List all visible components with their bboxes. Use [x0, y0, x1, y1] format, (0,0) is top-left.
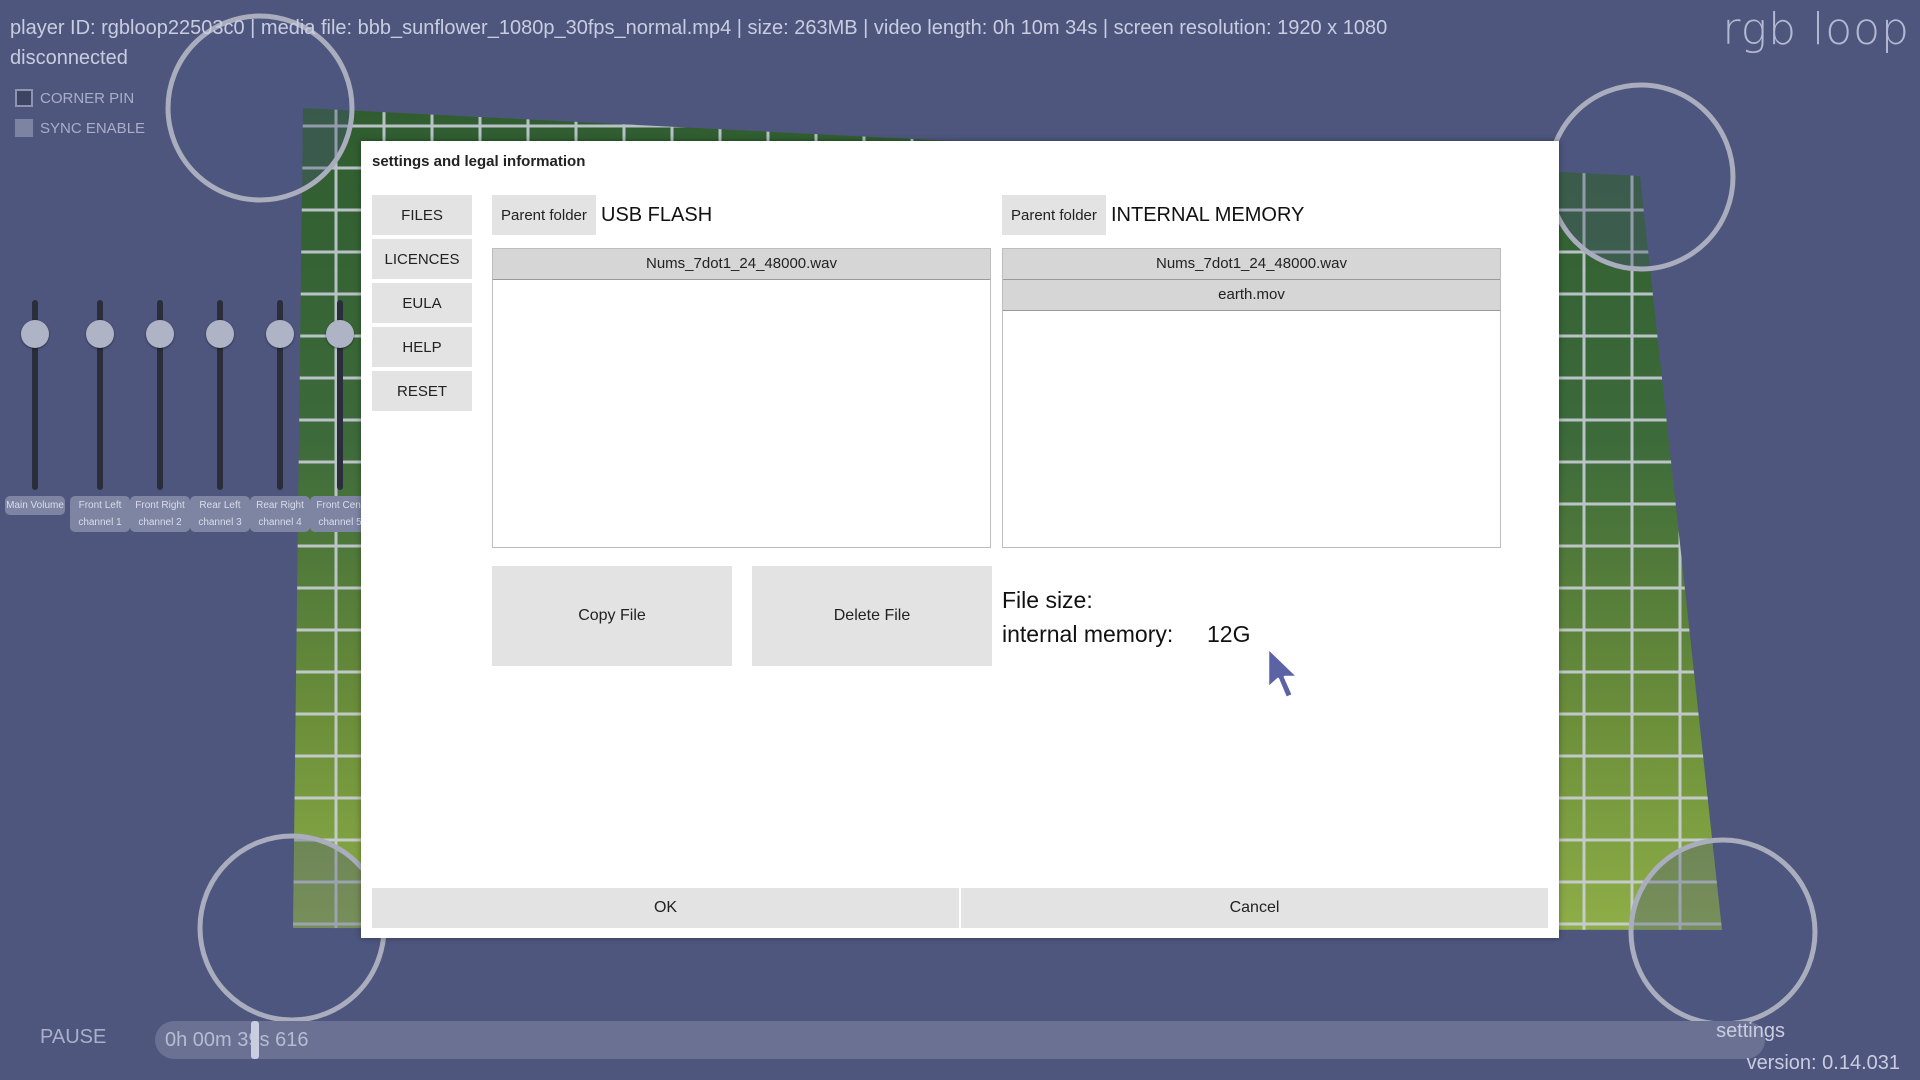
corner-pin-handle-top-left	[165, 13, 355, 203]
settings-link[interactable]: settings	[1716, 1020, 1785, 1043]
fader-front-left[interactable]: Front Left channel 1	[70, 300, 130, 532]
internal-memory-label: internal memory:	[1002, 621, 1174, 647]
fader-rear-right[interactable]: Rear Right channel 4	[250, 300, 310, 532]
corner-pin-option[interactable]: CORNER PIN	[15, 89, 134, 107]
corner-pin-handle-top-right	[1546, 82, 1736, 272]
internal-folder-name: INTERNAL MEMORY	[1111, 204, 1305, 226]
dialog-title: settings and legal information	[372, 153, 586, 170]
usb-parent-folder-button[interactable]: Parent folder	[492, 195, 596, 235]
usb-folder-name: USB FLASH	[601, 204, 713, 226]
player-info: player ID: rgbloop22503c0 | media file: …	[10, 17, 1388, 39]
fader-label: Rear Left channel 3	[190, 496, 250, 532]
fader-label: Rear Right channel 4	[250, 496, 310, 532]
fader-knob[interactable]	[86, 320, 114, 348]
fader-knob[interactable]	[21, 320, 49, 348]
ok-button[interactable]: OK	[372, 888, 959, 928]
sync-enable-checkbox[interactable]	[15, 119, 33, 137]
internal-file-list[interactable]: Nums_7dot1_24_48000.wav earth.mov	[1002, 248, 1501, 548]
internal-memory-value: 12G	[1207, 621, 1251, 647]
tab-help[interactable]: HELP	[372, 327, 472, 367]
list-item[interactable]: earth.mov	[1003, 280, 1500, 311]
fader-knob[interactable]	[266, 320, 294, 348]
tab-eula[interactable]: EULA	[372, 283, 472, 323]
cancel-button[interactable]: Cancel	[961, 888, 1548, 928]
pause-button[interactable]: PAUSE	[40, 1026, 106, 1049]
fader-main-volume[interactable]: Main Volume	[5, 300, 65, 530]
mouse-cursor-icon	[1266, 646, 1300, 700]
fader-label: Front Right channel 2	[130, 496, 190, 532]
tab-reset[interactable]: RESET	[372, 371, 472, 411]
sync-enable-option[interactable]: SYNC ENABLE	[15, 119, 145, 137]
delete-file-button[interactable]: Delete File	[752, 566, 992, 666]
connection-status: disconnected	[10, 47, 128, 69]
tab-licences[interactable]: LICENCES	[372, 239, 472, 279]
timeline-bar[interactable]: 0h 00m 39s 616	[155, 1021, 1765, 1059]
internal-parent-folder-button[interactable]: Parent folder	[1002, 195, 1106, 235]
fader-knob[interactable]	[146, 320, 174, 348]
current-time: 0h 00m 39s 616	[165, 1029, 309, 1051]
timeline-thumb[interactable]	[251, 1021, 259, 1059]
settings-dialog: settings and legal information FILES LIC…	[361, 141, 1559, 938]
fader-label: Main Volume	[5, 496, 65, 515]
fader-knob[interactable]	[326, 320, 354, 348]
usb-file-list[interactable]: Nums_7dot1_24_48000.wav	[492, 248, 991, 548]
corner-pin-checkbox[interactable]	[15, 89, 33, 107]
copy-file-button[interactable]: Copy File	[492, 566, 732, 666]
version-label: version: 0.14.031	[1746, 1052, 1900, 1074]
file-size-label: File size:	[1002, 587, 1093, 613]
fader-label: Front Left channel 1	[70, 496, 130, 532]
corner-pin-handle-bottom-left	[197, 833, 387, 1023]
brand-logo: rgb loop	[1722, 4, 1910, 55]
tab-files[interactable]: FILES	[372, 195, 472, 235]
fader-rear-left[interactable]: Rear Left channel 3	[190, 300, 250, 532]
corner-pin-handle-bottom-right	[1628, 837, 1818, 1027]
fader-knob[interactable]	[206, 320, 234, 348]
fader-front-right[interactable]: Front Right channel 2	[130, 300, 190, 532]
list-item[interactable]: Nums_7dot1_24_48000.wav	[493, 249, 990, 280]
list-item[interactable]: Nums_7dot1_24_48000.wav	[1003, 249, 1500, 280]
sync-enable-label: SYNC ENABLE	[40, 119, 146, 137]
corner-pin-label: CORNER PIN	[40, 89, 135, 107]
